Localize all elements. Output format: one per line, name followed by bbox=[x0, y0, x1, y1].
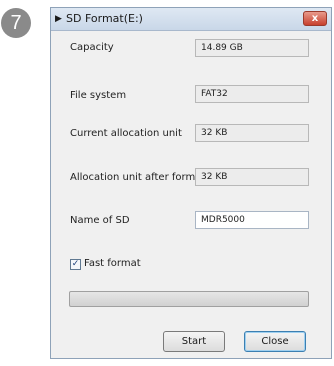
current-allocation-unit-value: 32 KB bbox=[195, 124, 309, 142]
sd-format-dialog: ▶ SD Format(E:) x Capacity 14.89 GB File… bbox=[50, 7, 332, 359]
current-allocation-unit-label: Current allocation unit bbox=[70, 128, 182, 139]
capacity-label: Capacity bbox=[70, 42, 114, 53]
fast-format-checkbox[interactable]: ✓ bbox=[70, 259, 81, 270]
fast-format-label[interactable]: Fast format bbox=[84, 257, 141, 271]
capacity-value: 14.89 GB bbox=[195, 39, 309, 57]
close-button[interactable]: Close bbox=[244, 331, 306, 352]
name-of-sd-input[interactable]: MDR5000 bbox=[195, 211, 309, 229]
window-title: SD Format(E:) bbox=[66, 12, 143, 25]
start-button[interactable]: Start bbox=[163, 331, 225, 352]
name-of-sd-label: Name of SD bbox=[70, 215, 130, 226]
allocation-unit-after-format-value: 32 KB bbox=[195, 168, 309, 186]
file-system-label: File system bbox=[70, 90, 127, 101]
close-window-icon[interactable]: x bbox=[303, 11, 327, 26]
play-triangle-icon: ▶ bbox=[55, 14, 62, 24]
title-bar[interactable]: ▶ SD Format(E:) x bbox=[51, 8, 331, 31]
step-number-badge: 7 bbox=[1, 8, 31, 38]
format-progress-bar bbox=[69, 291, 309, 307]
file-system-value: FAT32 bbox=[195, 85, 309, 103]
allocation-unit-after-format-label: Allocation unit after format bbox=[70, 172, 206, 183]
